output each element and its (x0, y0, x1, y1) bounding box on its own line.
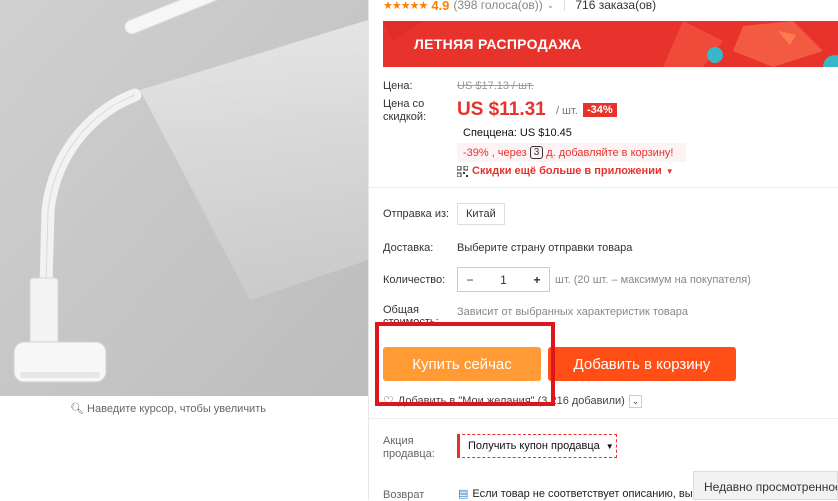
get-seller-coupon-text: Получить купон продавца (468, 440, 600, 452)
orders-count: 716 заказа(ов) (575, 0, 657, 12)
divider (369, 187, 838, 188)
highlight-box (375, 322, 555, 406)
recently-viewed-tab[interactable]: Недавно просмотренное (693, 471, 838, 500)
quantity-increase-button[interactable]: + (525, 273, 549, 287)
caret-down-icon: ▼ (665, 166, 674, 176)
cart-discount-percent: -39% (463, 146, 489, 159)
price-label: Цена: (383, 80, 413, 92)
magnifier-icon: 🔍︎ (70, 403, 84, 415)
returns-label: Возврат (383, 489, 425, 501)
desk-lamp-image (0, 0, 368, 396)
delivery-value[interactable]: Выберите страну отправки товара (457, 242, 632, 254)
returns-info: ▤ Если товар не соответствует описанию, … (458, 487, 693, 501)
separator (564, 0, 566, 11)
document-icon: ▤ (458, 488, 469, 500)
add-to-cart-button[interactable]: Добавить в корзину (548, 347, 736, 381)
cart-discount-notice: -39% , через 3 д. добавляйте в корзину! (457, 143, 686, 162)
rating-row: ★★★★★ 4.9 (398 голоса(ов)) ⌄ 716 заказа(… (383, 0, 656, 14)
quantity-decrease-button[interactable]: − (458, 273, 482, 287)
total-label: Общая стоимость: (383, 304, 439, 324)
app-discount-text: Скидки ещё больше в приложении (472, 165, 662, 177)
discount-badge: -34% (583, 103, 617, 117)
quantity-note: шт. (20 шт. – максимум на покупателя) (555, 274, 751, 286)
cart-discount-mid: , через (491, 146, 527, 159)
qr-code-icon (457, 165, 468, 177)
get-seller-coupon-button[interactable]: Получить купон продавца ▼ (457, 434, 617, 458)
sale-price-label: Цена со скидкой: (383, 98, 427, 123)
rating-score: 4.9 (431, 0, 450, 13)
quantity-stepper: − 1 + (457, 267, 550, 292)
rating-votes-link[interactable]: (398 голоса(ов)) (453, 0, 542, 12)
total-value: Зависит от выбранных характеристик товар… (457, 306, 688, 318)
banner-title: ЛЕТНЯЯ РАСПРОДАЖА (414, 36, 582, 52)
seller-promo-label: Акция продавца: (383, 435, 435, 460)
cart-discount-count: 3 (529, 146, 544, 159)
ship-from-option[interactable]: Китай (457, 203, 505, 225)
zoom-hint-text: Наведите курсор, чтобы увеличить (87, 403, 266, 415)
chevron-down-icon[interactable]: ⌄ (628, 394, 643, 408)
chevron-down-icon[interactable]: ⌄ (547, 0, 555, 11)
ship-from-label: Отправка из: (383, 208, 450, 220)
zoom-hint: 🔍︎ Наведите курсор, чтобы увеличить (0, 402, 336, 415)
delivery-label: Доставка: (383, 242, 434, 254)
divider (368, 0, 369, 500)
app-discount-link[interactable]: Скидки ещё больше в приложении ▼ (457, 165, 674, 177)
quantity-label: Количество: (383, 274, 446, 286)
price-unit: / шт. (556, 105, 578, 117)
product-image[interactable] (0, 0, 368, 396)
star-icons: ★★★★★ (383, 0, 428, 12)
original-price: US $17.13 / шт. (457, 80, 534, 92)
returns-text: Если товар не соответствует описанию, вы (472, 487, 693, 500)
sale-price: US $11.31 (457, 99, 546, 120)
cart-discount-end: д. добавляйте в корзину! (546, 146, 674, 159)
special-price: Спеццена: US $10.45 (463, 127, 572, 139)
summer-sale-banner[interactable]: ЛЕТНЯЯ РАСПРОДАЖА (383, 21, 838, 67)
divider (369, 418, 838, 419)
quantity-input[interactable]: 1 (492, 273, 516, 287)
caret-down-icon: ▼ (605, 441, 614, 451)
